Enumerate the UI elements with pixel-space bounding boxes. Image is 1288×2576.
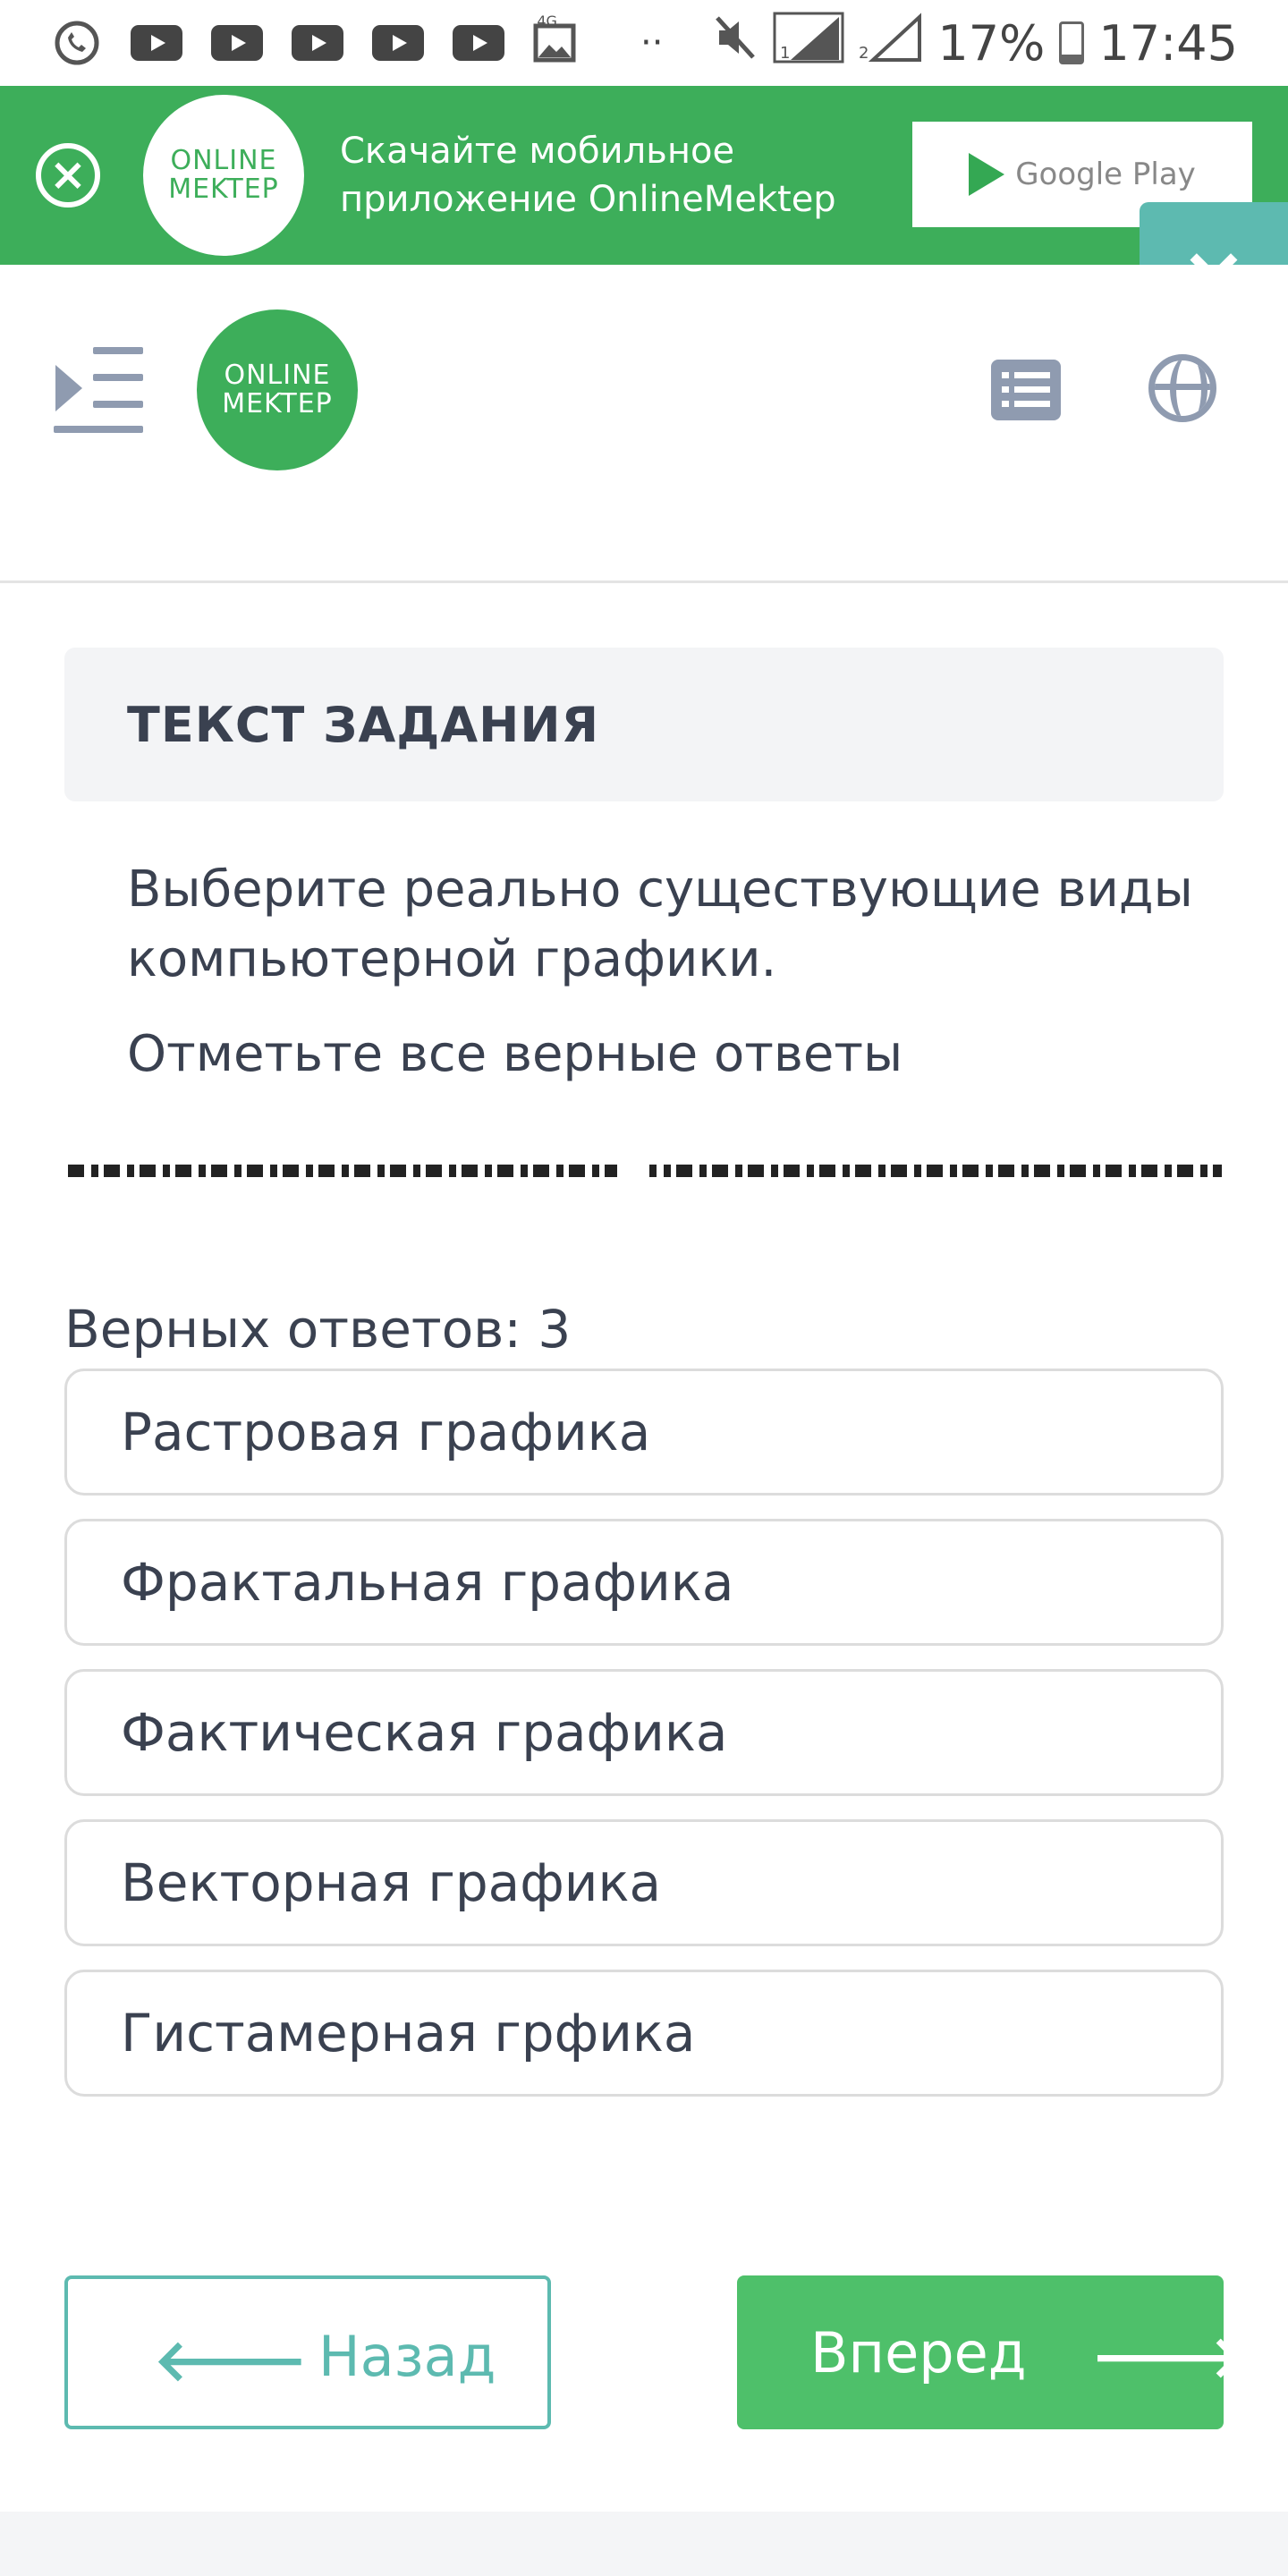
signal-sim2-icon: 2 bbox=[859, 12, 923, 75]
youtube-icon bbox=[292, 25, 343, 61]
answer-option[interactable]: Гистамерная грфика bbox=[64, 1970, 1224, 2097]
youtube-icon bbox=[131, 25, 182, 61]
back-label: Назад bbox=[318, 2324, 496, 2389]
svg-text:2: 2 bbox=[859, 44, 869, 63]
signal-sim1-icon: 1 bbox=[773, 12, 844, 75]
site-header: ONLINE MEKTEP bbox=[0, 265, 1288, 583]
list-icon[interactable] bbox=[991, 360, 1061, 420]
answer-option[interactable]: Растровая графика bbox=[64, 1368, 1224, 1496]
whatsapp-icon bbox=[52, 18, 102, 68]
banner-logo: ONLINE MEKTEP bbox=[143, 95, 304, 256]
answer-hint: Отметьте все верные ответы bbox=[127, 1025, 903, 1083]
banner-text: Скачайте мобильное приложение OnlineMekt… bbox=[340, 131, 836, 220]
answer-option[interactable]: Фактическая графика bbox=[64, 1669, 1224, 1796]
sidebar-toggle-button[interactable] bbox=[54, 347, 143, 433]
site-logo[interactable]: ONLINE MEKTEP bbox=[197, 309, 358, 470]
network-type-label: 4G bbox=[537, 13, 557, 30]
correct-answers-count: Верных ответов: 3 bbox=[64, 1299, 572, 1360]
svg-text:1: 1 bbox=[780, 44, 790, 63]
mute-icon bbox=[712, 14, 758, 72]
globe-icon[interactable] bbox=[1148, 354, 1216, 422]
arrow-right-icon: 🡒 bbox=[1091, 2325, 1245, 2391]
task-heading: ТЕКСТ ЗАДАНИЯ bbox=[127, 696, 600, 753]
indent-icon bbox=[55, 365, 82, 411]
next-label: Вперед bbox=[810, 2320, 1027, 2385]
battery-percent: 17% bbox=[937, 14, 1046, 72]
more-notifications: ·· bbox=[640, 22, 664, 64]
clock: 17:45 bbox=[1098, 14, 1238, 72]
task-heading-box: ТЕКСТ ЗАДАНИЯ bbox=[64, 648, 1224, 801]
question-text: Выберите реально существующие виды компь… bbox=[127, 860, 1193, 988]
youtube-icon bbox=[453, 25, 504, 61]
back-button[interactable]: 🡐 Назад bbox=[64, 2275, 551, 2429]
footer-bar bbox=[0, 2512, 1288, 2576]
system-status: 1 4G 2 17% 17:45 bbox=[537, 0, 1238, 86]
youtube-icon bbox=[211, 25, 263, 61]
answer-option[interactable]: Фрактальная графика bbox=[64, 1519, 1224, 1646]
answer-options: Растровая графика Фрактальная графика Фа… bbox=[64, 1368, 1224, 2120]
battery-icon bbox=[1059, 21, 1085, 64]
google-play-icon bbox=[969, 153, 1005, 196]
answer-option[interactable]: Векторная графика bbox=[64, 1819, 1224, 1946]
app-download-banner: × ONLINE MEKTEP Скачайте мобильное прило… bbox=[0, 86, 1288, 265]
status-bar: ·· 1 4G 2 17% 17:45 bbox=[0, 0, 1288, 86]
close-banner-button[interactable]: × bbox=[36, 143, 100, 208]
arrow-left-icon: 🡐 bbox=[154, 2328, 308, 2394]
next-button[interactable]: Вперед 🡒 bbox=[737, 2275, 1245, 2429]
notification-icons: ·· bbox=[52, 18, 663, 68]
youtube-icon bbox=[372, 25, 424, 61]
